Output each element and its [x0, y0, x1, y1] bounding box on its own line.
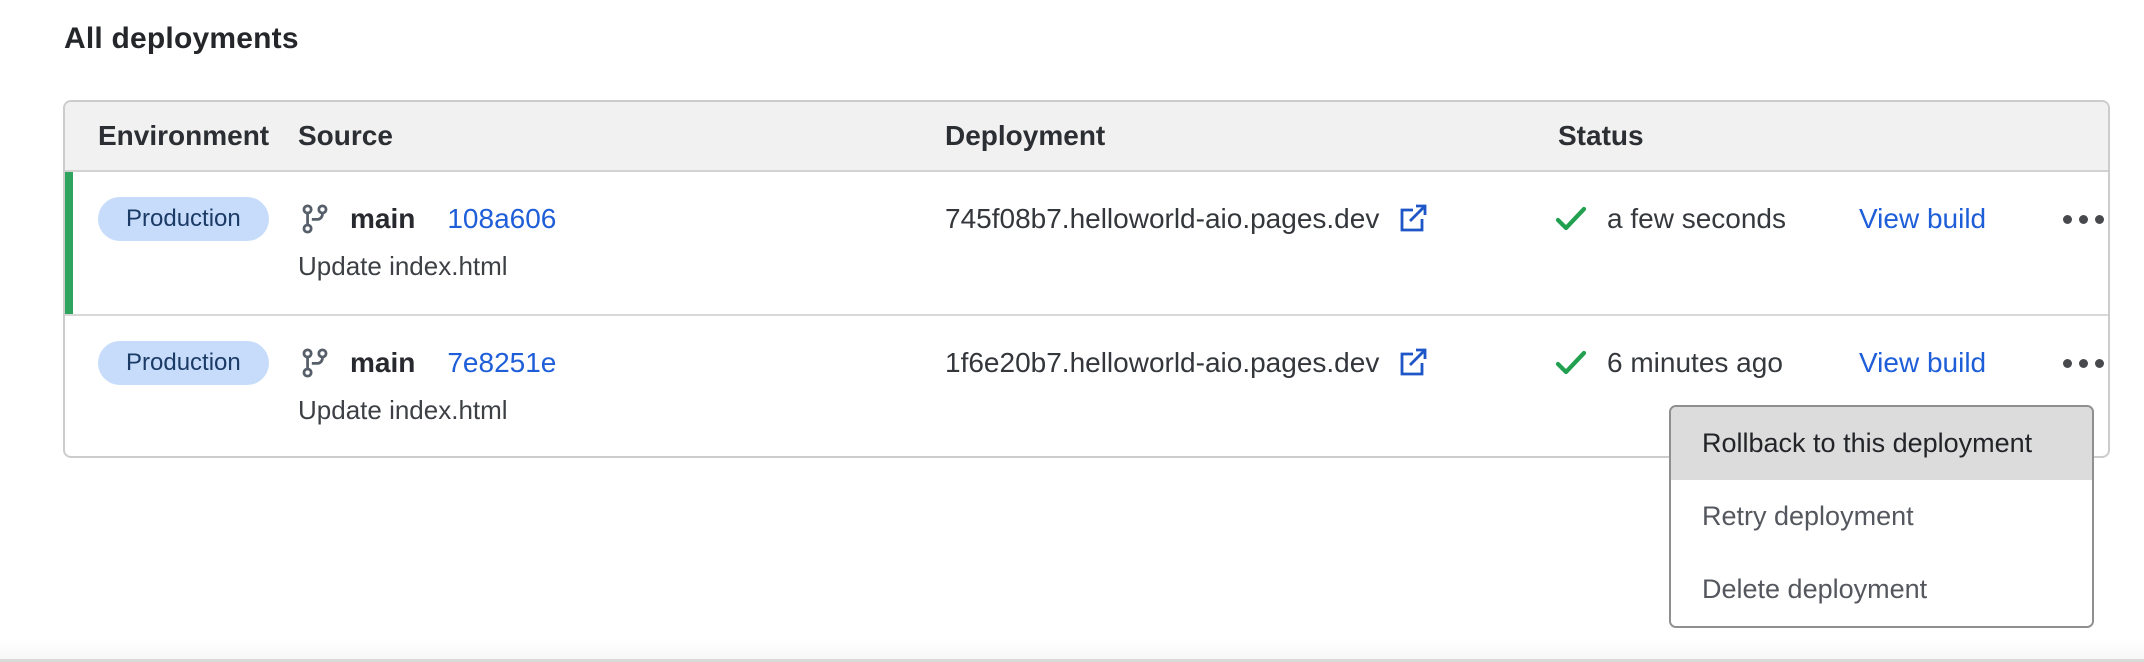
- more-options-icon: [2063, 215, 2072, 224]
- more-options-icon: [2063, 359, 2072, 368]
- commit-message: Update index.html: [298, 395, 508, 425]
- deployment-url: 745f08b7.helloworld-aio.pages.dev: [945, 203, 1379, 235]
- view-build-link[interactable]: View build: [1859, 347, 1986, 379]
- deployments-page: All deployments Environment Source Deplo…: [0, 0, 2144, 662]
- commit-link[interactable]: 7e8251e: [447, 347, 556, 379]
- status-time: a few seconds: [1607, 203, 1786, 235]
- table-header-row: Environment Source Deployment Status: [65, 102, 2108, 172]
- environment-badge: Production: [98, 341, 269, 385]
- commit-link[interactable]: 108a606: [447, 203, 556, 235]
- status-time: 6 minutes ago: [1607, 347, 1783, 379]
- column-header-deployment: Deployment: [945, 120, 1553, 152]
- branch-name: main: [350, 347, 415, 379]
- page-title: All deployments: [64, 22, 299, 56]
- commit-message: Update index.html: [298, 251, 508, 281]
- section-divider: [0, 640, 2144, 662]
- git-branch-icon: [298, 346, 332, 380]
- environment-badge: Production: [98, 197, 269, 241]
- column-header-source: Source: [298, 120, 945, 152]
- menu-item-delete[interactable]: Delete deployment: [1671, 553, 2092, 626]
- column-header-environment: Environment: [65, 120, 298, 152]
- view-build-link[interactable]: View build: [1859, 203, 1986, 235]
- deployment-context-menu: Rollback to this deployment Retry deploy…: [1669, 405, 2094, 628]
- table-row: Production main 108a606: [65, 172, 2108, 314]
- column-header-status: Status: [1553, 120, 1859, 152]
- success-check-icon: [1553, 346, 1589, 380]
- more-options-button[interactable]: [2055, 341, 2112, 385]
- menu-item-retry[interactable]: Retry deployment: [1671, 480, 2092, 553]
- more-options-button[interactable]: [2055, 197, 2112, 241]
- external-link-icon[interactable]: [1395, 346, 1429, 380]
- deployment-url: 1f6e20b7.helloworld-aio.pages.dev: [945, 347, 1379, 379]
- git-branch-icon: [298, 202, 332, 236]
- branch-name: main: [350, 203, 415, 235]
- menu-item-rollback[interactable]: Rollback to this deployment: [1671, 407, 2092, 480]
- external-link-icon[interactable]: [1395, 202, 1429, 236]
- success-check-icon: [1553, 202, 1589, 236]
